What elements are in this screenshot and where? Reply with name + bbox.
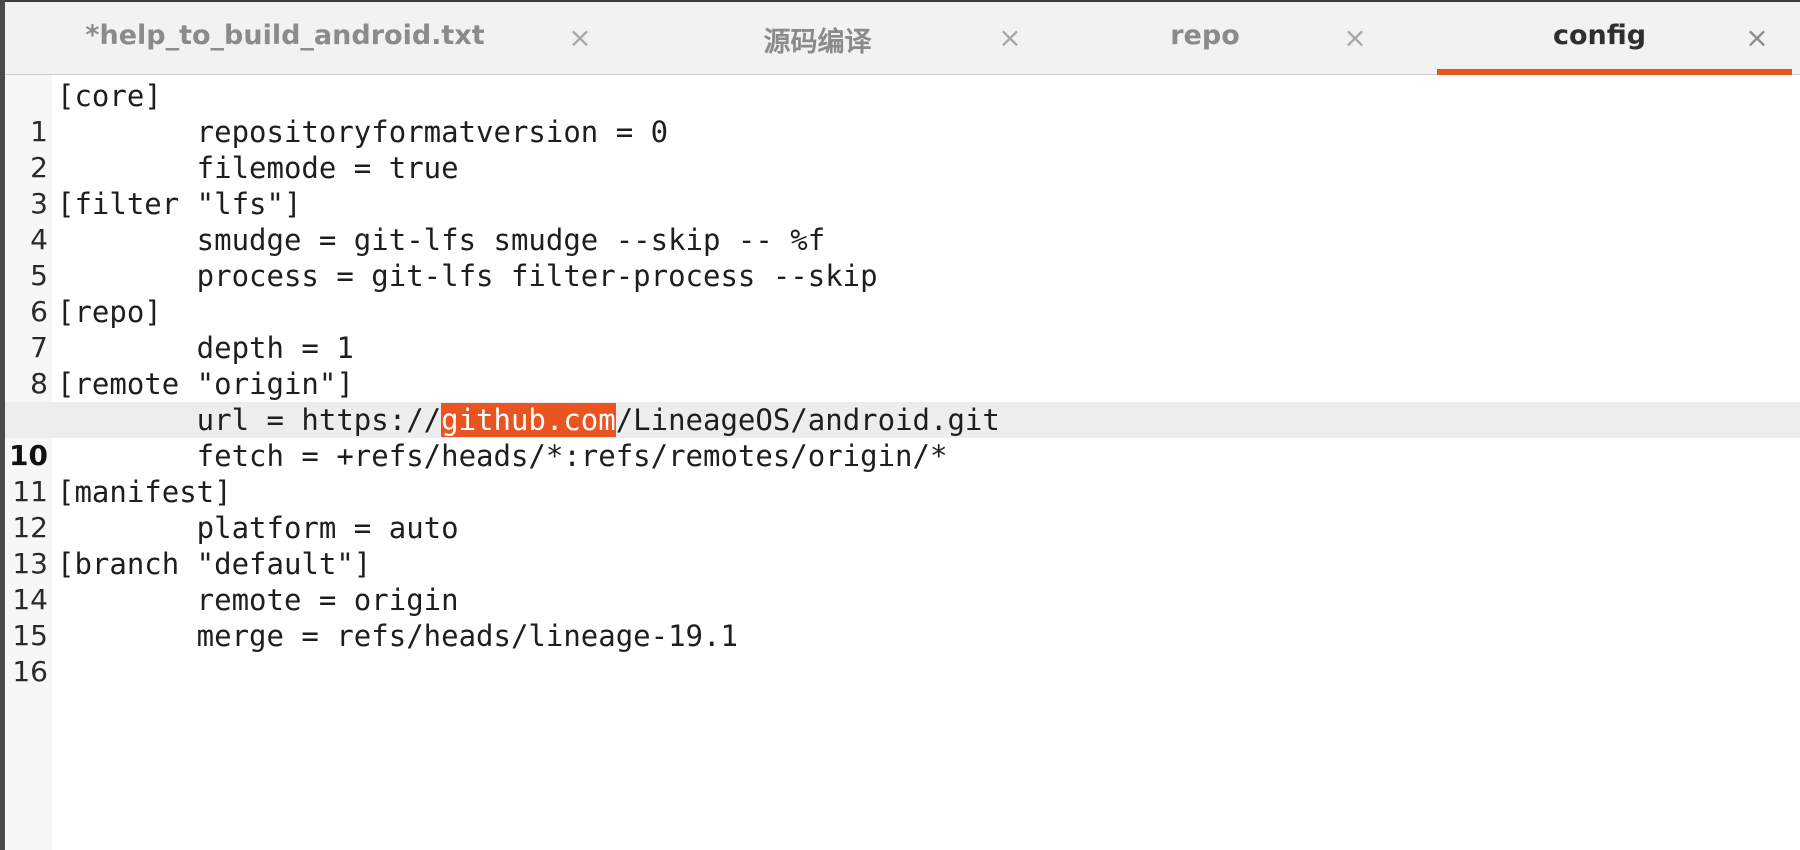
code-line[interactable]: 3 filemode = true: [5, 150, 1800, 220]
code-line[interactable]: 1 [core]: [5, 78, 1800, 148]
tab-label: repo: [1170, 20, 1240, 51]
line-text: url = https://github.com/LineageOS/andro…: [57, 402, 1000, 438]
line-text: merge = refs/heads/lineage-19.1: [57, 619, 738, 653]
line-text: platform = auto: [57, 511, 459, 545]
line-text: [filter "lfs"]: [57, 187, 302, 221]
line-text: [branch "default"]: [57, 547, 372, 581]
close-icon[interactable]: ×: [550, 20, 610, 56]
line-text: repositoryformatversion = 0: [57, 115, 669, 149]
active-tab-indicator: [1437, 69, 1792, 75]
tab-help-to-build-android[interactable]: *help_to_build_android.txt ×: [5, 2, 625, 75]
tab-label: 源码编译: [763, 27, 872, 58]
code-line[interactable]: 7 [repo]: [5, 294, 1800, 364]
code-line[interactable]: 6 process = git-lfs filter-process --ski…: [5, 258, 1800, 328]
code-line[interactable]: 11 fetch = +refs/heads/*:refs/remotes/or…: [5, 438, 1800, 508]
code-line[interactable]: 5 smudge = git-lfs smudge --skip -- %f: [5, 222, 1800, 292]
line-text: [manifest]: [57, 475, 232, 509]
code-line[interactable]: 8 depth = 1: [5, 330, 1800, 400]
line-number: 16: [12, 655, 48, 688]
code-line[interactable]: 12 [manifest]: [5, 474, 1800, 544]
line-text: [core]: [57, 79, 162, 113]
line-text: [repo]: [57, 295, 162, 329]
tab-source-build[interactable]: 源码编译 ×: [655, 2, 1040, 75]
tab-label: *help_to_build_android.txt: [85, 20, 485, 51]
close-icon[interactable]: ×: [980, 20, 1040, 56]
code-line[interactable]: 4 [filter "lfs"]: [5, 186, 1800, 256]
code-line[interactable]: 13 platform = auto: [5, 510, 1800, 580]
code-line[interactable]: 15 remote = origin: [5, 582, 1800, 652]
line-text: remote = origin: [57, 583, 459, 617]
code-line[interactable]: 16 merge = refs/heads/lineage-19.1: [5, 618, 1800, 688]
text-editor[interactable]: 1 [core] 2 repositoryformatversion = 0 3…: [5, 78, 1800, 850]
line-text: filemode = true: [57, 151, 459, 185]
line-text: depth = 1: [57, 331, 354, 365]
current-code-line[interactable]: 10 url = https://github.com/LineageOS/an…: [5, 402, 1800, 472]
search-match-highlight: github.com: [441, 403, 616, 437]
tab-repo[interactable]: repo ×: [1075, 2, 1395, 75]
line-text: [remote "origin"]: [57, 367, 354, 401]
line-text: fetch = +refs/heads/*:refs/remotes/origi…: [57, 439, 948, 473]
line-text-before-match: url = https://: [57, 403, 442, 437]
code-line[interactable]: 14 [branch "default"]: [5, 546, 1800, 616]
code-line[interactable]: 9 [remote "origin"]: [5, 366, 1800, 436]
line-text-after-match: /LineageOS/android.git: [615, 403, 1000, 437]
line-text: process = git-lfs filter-process --skip: [57, 259, 878, 293]
tab-label: config: [1552, 20, 1647, 51]
tab-config[interactable]: config ×: [1437, 2, 1792, 75]
tab-bar: *help_to_build_android.txt × 源码编译 × repo…: [5, 0, 1800, 75]
close-icon[interactable]: ×: [1325, 20, 1385, 56]
line-text: smudge = git-lfs smudge --skip -- %f: [57, 223, 826, 257]
code-line[interactable]: 2 repositoryformatversion = 0: [5, 114, 1800, 184]
close-icon[interactable]: ×: [1727, 20, 1787, 56]
